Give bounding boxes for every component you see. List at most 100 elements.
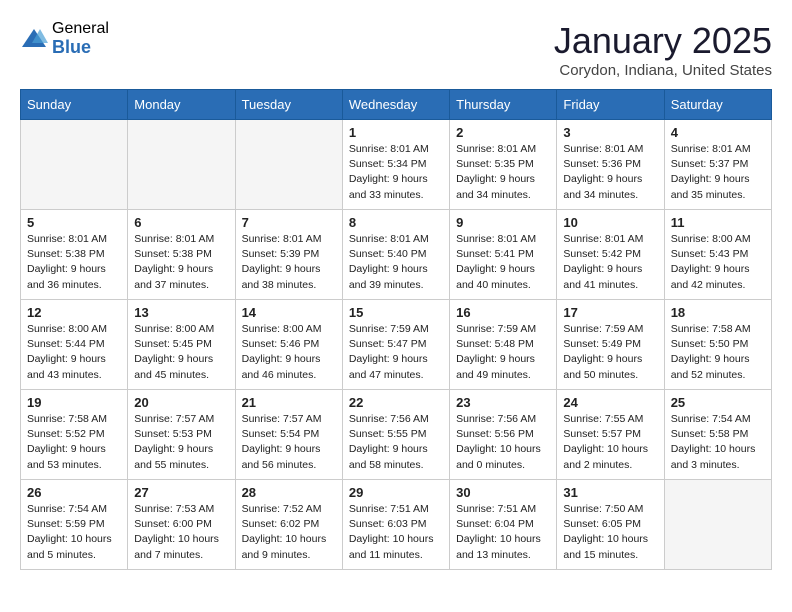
day-detail: Sunrise: 7:56 AMSunset: 5:55 PMDaylight:… xyxy=(349,412,443,473)
calendar-week-5: 26 Sunrise: 7:54 AMSunset: 5:59 PMDayligh… xyxy=(21,480,772,570)
day-number: 20 xyxy=(134,395,228,410)
day-detail: Sunrise: 8:01 AMSunset: 5:40 PMDaylight:… xyxy=(349,232,443,293)
day-number: 6 xyxy=(134,215,228,230)
day-number: 31 xyxy=(563,485,657,500)
day-number: 21 xyxy=(242,395,336,410)
calendar-cell: 10Sunrise: 8:01 AMSunset: 5:42 PMDayligh… xyxy=(557,210,664,300)
calendar-cell: 15 Sunrise: 7:59 AMSunset: 5:47 PMDayligh… xyxy=(342,300,449,390)
calendar-week-4: 19 Sunrise: 7:58 AMSunset: 5:52 PMDayligh… xyxy=(21,390,772,480)
day-header-saturday: Saturday xyxy=(664,90,771,120)
logo-icon xyxy=(20,25,48,53)
day-number: 26 xyxy=(27,485,121,500)
day-detail: Sunrise: 8:00 AMSunset: 5:44 PMDaylight:… xyxy=(27,322,121,383)
day-number: 25 xyxy=(671,395,765,410)
day-detail: Sunrise: 8:00 AMSunset: 5:45 PMDaylight:… xyxy=(134,322,228,383)
calendar-cell: 24Sunrise: 7:55 AMSunset: 5:57 PMDayligh… xyxy=(557,390,664,480)
calendar-cell: 11Sunrise: 8:00 AMSunset: 5:43 PMDayligh… xyxy=(664,210,771,300)
calendar-cell xyxy=(664,480,771,570)
day-detail: Sunrise: 7:56 AMSunset: 5:56 PMDaylight:… xyxy=(456,412,550,473)
calendar-cell: 23 Sunrise: 7:56 AMSunset: 5:56 PMDayligh… xyxy=(450,390,557,480)
calendar-cell: 27 Sunrise: 7:53 AMSunset: 6:00 PMDayligh… xyxy=(128,480,235,570)
day-number: 16 xyxy=(456,305,550,320)
day-detail: Sunrise: 8:00 AMSunset: 5:43 PMDaylight:… xyxy=(671,232,765,293)
day-detail: Sunrise: 8:01 AMSunset: 5:37 PMDaylight:… xyxy=(671,142,765,203)
logo-blue: Blue xyxy=(52,38,109,58)
day-detail: Sunrise: 7:54 AMSunset: 5:59 PMDaylight:… xyxy=(27,502,121,563)
calendar-cell: 26 Sunrise: 7:54 AMSunset: 5:59 PMDayligh… xyxy=(21,480,128,570)
day-detail: Sunrise: 7:51 AMSunset: 6:03 PMDaylight:… xyxy=(349,502,443,563)
day-number: 15 xyxy=(349,305,443,320)
calendar-cell: 4 Sunrise: 8:01 AMSunset: 5:37 PMDaylight… xyxy=(664,120,771,210)
logo-text: General Blue xyxy=(52,20,109,57)
day-detail: Sunrise: 8:01 AMSunset: 5:42 PMDaylight:… xyxy=(563,232,657,293)
day-number: 3 xyxy=(563,125,657,140)
calendar-week-2: 5Sunrise: 8:01 AMSunset: 5:38 PMDaylight… xyxy=(21,210,772,300)
day-detail: Sunrise: 7:57 AMSunset: 5:54 PMDaylight:… xyxy=(242,412,336,473)
calendar-cell: 28Sunrise: 7:52 AMSunset: 6:02 PMDayligh… xyxy=(235,480,342,570)
day-detail: Sunrise: 7:58 AMSunset: 5:52 PMDaylight:… xyxy=(27,412,121,473)
day-detail: Sunrise: 7:59 AMSunset: 5:47 PMDaylight:… xyxy=(349,322,443,383)
calendar-cell: 21 Sunrise: 7:57 AMSunset: 5:54 PMDayligh… xyxy=(235,390,342,480)
day-detail: Sunrise: 8:01 AMSunset: 5:38 PMDaylight:… xyxy=(27,232,121,293)
calendar-cell xyxy=(21,120,128,210)
logo: General Blue xyxy=(20,20,109,57)
day-number: 13 xyxy=(134,305,228,320)
day-number: 4 xyxy=(671,125,765,140)
calendar-cell: 16Sunrise: 7:59 AMSunset: 5:48 PMDayligh… xyxy=(450,300,557,390)
calendar-cell: 17Sunrise: 7:59 AMSunset: 5:49 PMDayligh… xyxy=(557,300,664,390)
day-number: 18 xyxy=(671,305,765,320)
calendar-cell: 13 Sunrise: 8:00 AMSunset: 5:45 PMDayligh… xyxy=(128,300,235,390)
calendar-cell: 7 Sunrise: 8:01 AMSunset: 5:39 PMDaylight… xyxy=(235,210,342,300)
day-detail: Sunrise: 8:00 AMSunset: 5:46 PMDaylight:… xyxy=(242,322,336,383)
calendar-week-1: 1 Sunrise: 8:01 AMSunset: 5:34 PMDaylight… xyxy=(21,120,772,210)
day-detail: Sunrise: 7:51 AMSunset: 6:04 PMDaylight:… xyxy=(456,502,550,563)
title-block: January 2025 Corydon, Indiana, United St… xyxy=(554,20,772,79)
day-header-friday: Friday xyxy=(557,90,664,120)
day-header-tuesday: Tuesday xyxy=(235,90,342,120)
calendar-header-row: SundayMondayTuesdayWednesdayThursdayFrid… xyxy=(21,90,772,120)
calendar-cell: 12 Sunrise: 8:00 AMSunset: 5:44 PMDayligh… xyxy=(21,300,128,390)
day-detail: Sunrise: 8:01 AMSunset: 5:35 PMDaylight:… xyxy=(456,142,550,203)
calendar-cell: 9 Sunrise: 8:01 AMSunset: 5:41 PMDaylight… xyxy=(450,210,557,300)
day-detail: Sunrise: 8:01 AMSunset: 5:39 PMDaylight:… xyxy=(242,232,336,293)
calendar-cell: 30 Sunrise: 7:51 AMSunset: 6:04 PMDayligh… xyxy=(450,480,557,570)
day-number: 7 xyxy=(242,215,336,230)
calendar-cell: 8 Sunrise: 8:01 AMSunset: 5:40 PMDaylight… xyxy=(342,210,449,300)
calendar-cell: 25 Sunrise: 7:54 AMSunset: 5:58 PMDayligh… xyxy=(664,390,771,480)
day-number: 8 xyxy=(349,215,443,230)
day-number: 12 xyxy=(27,305,121,320)
day-number: 30 xyxy=(456,485,550,500)
day-header-monday: Monday xyxy=(128,90,235,120)
calendar-cell: 22 Sunrise: 7:56 AMSunset: 5:55 PMDayligh… xyxy=(342,390,449,480)
day-detail: Sunrise: 8:01 AMSunset: 5:41 PMDaylight:… xyxy=(456,232,550,293)
day-number: 9 xyxy=(456,215,550,230)
calendar-cell: 18Sunrise: 7:58 AMSunset: 5:50 PMDayligh… xyxy=(664,300,771,390)
day-header-sunday: Sunday xyxy=(21,90,128,120)
calendar-week-3: 12 Sunrise: 8:00 AMSunset: 5:44 PMDayligh… xyxy=(21,300,772,390)
day-detail: Sunrise: 7:54 AMSunset: 5:58 PMDaylight:… xyxy=(671,412,765,473)
calendar-cell: 19 Sunrise: 7:58 AMSunset: 5:52 PMDayligh… xyxy=(21,390,128,480)
day-number: 1 xyxy=(349,125,443,140)
day-number: 27 xyxy=(134,485,228,500)
day-number: 14 xyxy=(242,305,336,320)
day-detail: Sunrise: 7:57 AMSunset: 5:53 PMDaylight:… xyxy=(134,412,228,473)
day-number: 22 xyxy=(349,395,443,410)
day-detail: Sunrise: 8:01 AMSunset: 5:34 PMDaylight:… xyxy=(349,142,443,203)
day-detail: Sunrise: 7:59 AMSunset: 5:49 PMDaylight:… xyxy=(563,322,657,383)
calendar-cell: 14 Sunrise: 8:00 AMSunset: 5:46 PMDayligh… xyxy=(235,300,342,390)
calendar-table: SundayMondayTuesdayWednesdayThursdayFrid… xyxy=(20,89,772,570)
day-detail: Sunrise: 8:01 AMSunset: 5:38 PMDaylight:… xyxy=(134,232,228,293)
day-detail: Sunrise: 7:53 AMSunset: 6:00 PMDaylight:… xyxy=(134,502,228,563)
calendar-cell: 31Sunrise: 7:50 AMSunset: 6:05 PMDayligh… xyxy=(557,480,664,570)
day-number: 28 xyxy=(242,485,336,500)
day-number: 23 xyxy=(456,395,550,410)
calendar-cell: 2Sunrise: 8:01 AMSunset: 5:35 PMDaylight… xyxy=(450,120,557,210)
calendar-cell: 5Sunrise: 8:01 AMSunset: 5:38 PMDaylight… xyxy=(21,210,128,300)
day-header-wednesday: Wednesday xyxy=(342,90,449,120)
logo-general: General xyxy=(52,20,109,38)
day-number: 19 xyxy=(27,395,121,410)
calendar-cell: 1 Sunrise: 8:01 AMSunset: 5:34 PMDaylight… xyxy=(342,120,449,210)
calendar-cell: 29Sunrise: 7:51 AMSunset: 6:03 PMDayligh… xyxy=(342,480,449,570)
calendar-cell: 6 Sunrise: 8:01 AMSunset: 5:38 PMDaylight… xyxy=(128,210,235,300)
day-detail: Sunrise: 7:55 AMSunset: 5:57 PMDaylight:… xyxy=(563,412,657,473)
